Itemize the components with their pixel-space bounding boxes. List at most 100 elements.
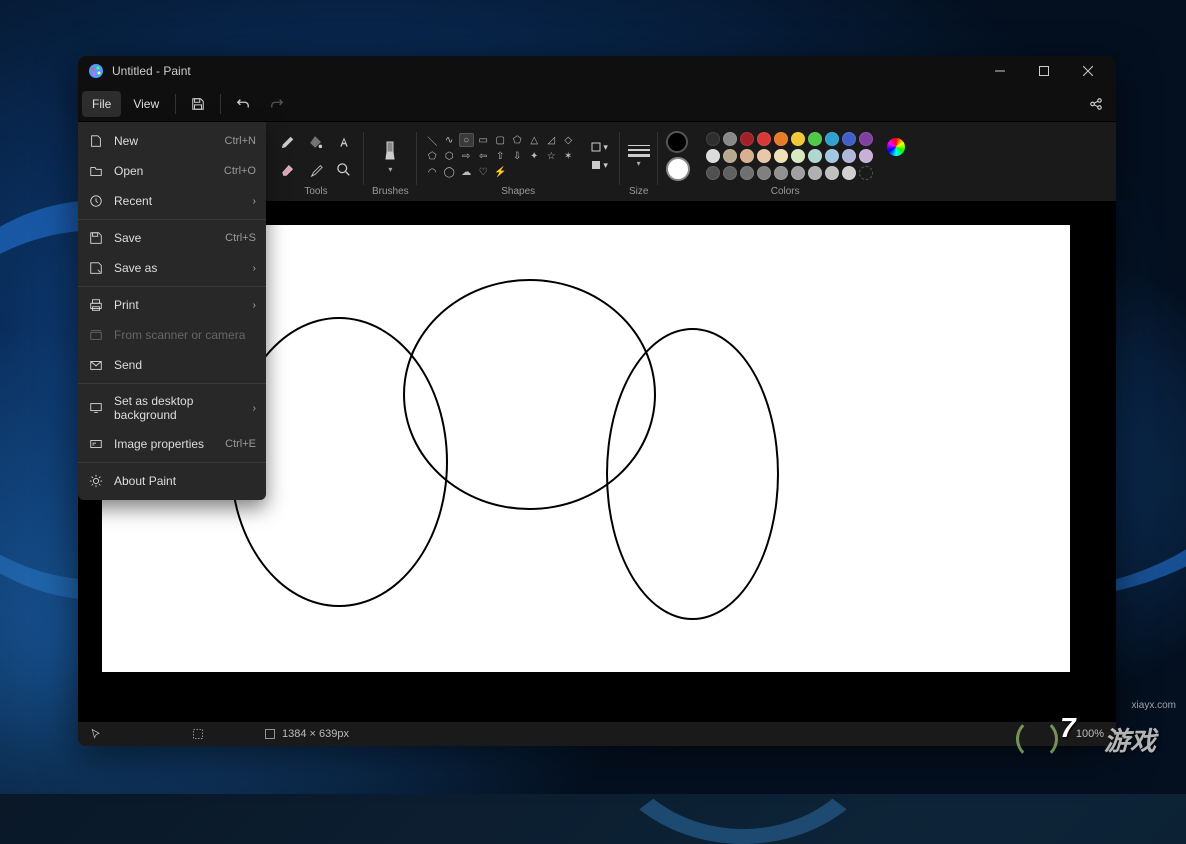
shape-diamond[interactable]: ◇ [561, 133, 576, 147]
chevron-right-icon: › [253, 300, 256, 311]
minimize-button[interactable] [978, 56, 1022, 86]
shape-round-callout[interactable]: ◠ [425, 165, 440, 179]
shape-lightning[interactable]: ⚡ [493, 165, 508, 179]
color-swatch[interactable] [706, 149, 720, 163]
shape-hexagon[interactable]: ⬡ [442, 149, 457, 163]
menu-item-set-bg[interactable]: Set as desktop background › [78, 387, 266, 429]
chevron-right-icon: › [253, 263, 256, 274]
text-tool[interactable] [332, 130, 356, 154]
color-swatch[interactable] [774, 132, 788, 146]
color-swatch[interactable] [825, 149, 839, 163]
shape-oval-callout[interactable]: ◯ [442, 165, 457, 179]
color-swatch[interactable] [757, 166, 771, 180]
menu-item-new[interactable]: New Ctrl+N [78, 126, 266, 156]
color-1[interactable] [666, 131, 688, 153]
color-swatch[interactable] [740, 149, 754, 163]
save-button[interactable] [182, 90, 214, 118]
color-swatch[interactable] [706, 132, 720, 146]
color-swatch[interactable] [859, 166, 873, 180]
canvas-size: 1384 × 639px [264, 728, 349, 740]
color-swatch[interactable] [825, 166, 839, 180]
ribbon-group-size: ▾ Size [620, 128, 658, 201]
shape-right-arrow[interactable]: ⇨ [459, 149, 474, 163]
color-swatch[interactable] [757, 149, 771, 163]
color-swatch[interactable] [808, 166, 822, 180]
shape-4-star[interactable]: ✦ [527, 149, 542, 163]
color-swatch[interactable] [791, 166, 805, 180]
properties-icon [88, 436, 104, 452]
color-swatch[interactable] [740, 166, 754, 180]
shape-pentagon[interactable]: ⬠ [425, 149, 440, 163]
eraser-tool[interactable] [276, 158, 300, 182]
magnifier-tool[interactable] [332, 158, 356, 182]
open-icon [88, 163, 104, 179]
color-swatch[interactable] [706, 166, 720, 180]
zoom-level[interactable]: 100% [1076, 728, 1104, 740]
shape-fill-button[interactable]: ▾ [588, 157, 612, 173]
color-swatch[interactable] [842, 166, 856, 180]
shapes-gallery: ＼ ∿ ○ ▭ ▢ ⬠ △ ◿ ◇ ⬠ ⬡ ⇨ ⇦ ⇧ ⇩ ✦ ☆ [425, 133, 576, 179]
shape-left-arrow[interactable]: ⇦ [476, 149, 491, 163]
color-swatch[interactable] [740, 132, 754, 146]
share-button[interactable] [1080, 90, 1112, 118]
shape-curve[interactable]: ∿ [442, 133, 457, 147]
brushes-label: Brushes [372, 184, 409, 201]
shape-polygon[interactable]: ⬠ [510, 133, 525, 147]
color-swatch[interactable] [757, 132, 771, 146]
redo-button[interactable] [261, 90, 293, 118]
color-swatch[interactable] [859, 132, 873, 146]
shape-rounded-rect[interactable]: ▢ [493, 133, 508, 147]
menu-item-save-as[interactable]: Save as › [78, 253, 266, 283]
color-swatch[interactable] [723, 166, 737, 180]
pencil-tool[interactable] [276, 130, 300, 154]
size-label: Size [629, 184, 648, 201]
color-swatch[interactable] [723, 149, 737, 163]
shape-5-star[interactable]: ☆ [544, 149, 559, 163]
shape-cloud-callout[interactable]: ☁ [459, 165, 474, 179]
menu-item-print[interactable]: Print › [78, 290, 266, 320]
shape-rectangle[interactable]: ▭ [476, 133, 491, 147]
menu-file[interactable]: File [82, 91, 121, 117]
size-button[interactable]: ▾ [628, 145, 650, 168]
fill-tool[interactable] [304, 130, 328, 154]
color-swatch[interactable] [723, 132, 737, 146]
color-swatch[interactable] [859, 149, 873, 163]
color-swatch[interactable] [808, 132, 822, 146]
menu-item-about[interactable]: About Paint [78, 466, 266, 496]
shape-up-arrow[interactable]: ⇧ [493, 149, 508, 163]
color-swatch[interactable] [791, 132, 805, 146]
menu-item-open[interactable]: Open Ctrl+O [78, 156, 266, 186]
maximize-button[interactable] [1022, 56, 1066, 86]
color-picker-tool[interactable] [304, 158, 328, 182]
brushes-button[interactable]: ▾ [376, 135, 404, 178]
close-button[interactable] [1066, 56, 1110, 86]
shape-oval[interactable]: ○ [459, 133, 474, 147]
shape-down-arrow[interactable]: ⇩ [510, 149, 525, 163]
color-swatch[interactable] [825, 132, 839, 146]
shape-outline-button[interactable]: ▾ [588, 139, 612, 155]
undo-button[interactable] [227, 90, 259, 118]
color-2[interactable] [666, 157, 690, 181]
color-swatch[interactable] [842, 149, 856, 163]
color-swatch[interactable] [808, 149, 822, 163]
color-swatch[interactable] [791, 149, 805, 163]
menu-view[interactable]: View [123, 91, 169, 117]
shape-6-star[interactable]: ✶ [561, 149, 576, 163]
shape-right-triangle[interactable]: ◿ [544, 133, 559, 147]
scanner-icon [88, 327, 104, 343]
shape-triangle[interactable]: △ [527, 133, 542, 147]
drawn-ellipse [606, 328, 779, 620]
shape-heart[interactable]: ♡ [476, 165, 491, 179]
chevron-right-icon: › [253, 403, 256, 414]
shape-line[interactable]: ＼ [425, 133, 440, 147]
color-swatch[interactable] [774, 149, 788, 163]
menu-item-properties[interactable]: Image properties Ctrl+E [78, 429, 266, 459]
menu-item-recent[interactable]: Recent › [78, 186, 266, 216]
menu-item-save[interactable]: Save Ctrl+S [78, 223, 266, 253]
ribbon-group-shapes: ＼ ∿ ○ ▭ ▢ ⬠ △ ◿ ◇ ⬠ ⬡ ⇨ ⇦ ⇧ ⇩ ✦ ☆ [417, 128, 620, 201]
menu-item-send[interactable]: Send [78, 350, 266, 380]
color-swatch[interactable] [842, 132, 856, 146]
titlebar[interactable]: Untitled - Paint [78, 56, 1116, 86]
color-swatch[interactable] [774, 166, 788, 180]
edit-colors-button[interactable] [887, 138, 905, 156]
